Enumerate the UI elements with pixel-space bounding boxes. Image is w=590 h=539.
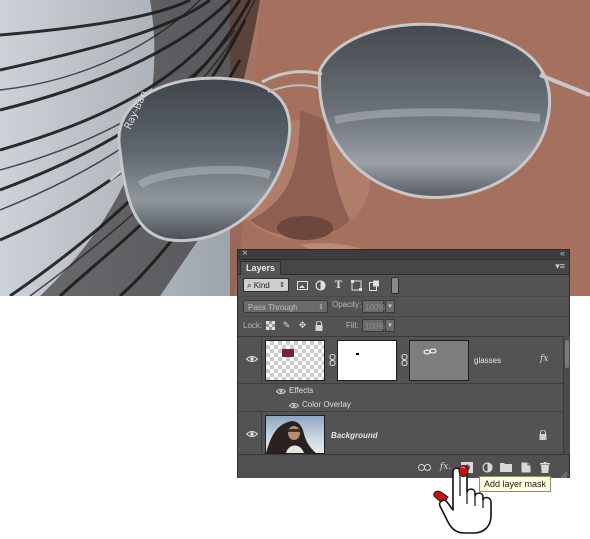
layers-list: glasses fx Effects Color Overlay Backgro… bbox=[238, 336, 563, 455]
layer-thumbnail[interactable] bbox=[265, 340, 325, 381]
effects-row[interactable]: Effects bbox=[238, 384, 563, 398]
link-chain-icon[interactable] bbox=[400, 354, 408, 366]
fill-dropdown-icon[interactable]: ▾ bbox=[385, 319, 395, 332]
layer-row-background[interactable]: Background bbox=[238, 412, 563, 455]
layers-panel: × « Layers ▾≡ ⌕ Kind ⇕ T Pass Through ⇕ bbox=[237, 248, 570, 479]
fill-field[interactable]: 100% bbox=[362, 319, 385, 332]
layer-mask-thumbnail[interactable] bbox=[337, 340, 397, 381]
blend-mode-select[interactable]: Pass Through ⇕ bbox=[243, 300, 328, 313]
layer-row-glasses[interactable]: glasses fx bbox=[238, 337, 563, 384]
color-overlay-label: Color Overlay bbox=[302, 400, 351, 409]
row-divider bbox=[261, 337, 262, 383]
mask-mark bbox=[356, 353, 359, 355]
close-panel-icon[interactable]: × bbox=[242, 248, 248, 259]
type-filter-icon[interactable]: T bbox=[332, 279, 345, 291]
link-chain-icon[interactable] bbox=[328, 354, 336, 366]
kind-filter-label: Kind bbox=[253, 281, 270, 290]
thumbnail-glasses-shape bbox=[282, 349, 294, 357]
opacity-field[interactable]: 100% bbox=[362, 300, 385, 313]
opacity-label: Opacity: bbox=[332, 300, 362, 309]
lock-row: Lock: ✎ ✥ Fill: 100% ▾ bbox=[238, 316, 569, 335]
color-overlay-eye-icon[interactable] bbox=[289, 401, 299, 409]
color-overlay-row[interactable]: Color Overlay bbox=[238, 398, 563, 412]
shape-filter-icon[interactable] bbox=[350, 279, 363, 291]
layer-name[interactable]: Background bbox=[331, 431, 378, 440]
lock-image-pixels-icon[interactable]: ✎ bbox=[281, 320, 292, 331]
panel-titlebar: × « bbox=[238, 248, 569, 260]
white-area-right bbox=[570, 296, 590, 536]
pointing-hand-cursor-icon bbox=[430, 462, 502, 534]
adjustment-filter-icon[interactable] bbox=[314, 279, 327, 291]
layers-bottom-bar: fx. bbox=[238, 454, 569, 479]
image-filter-icon[interactable] bbox=[296, 279, 309, 291]
row-divider bbox=[261, 412, 262, 455]
vector-mask-thumbnail[interactable] bbox=[409, 340, 469, 381]
scrollbar-thumb[interactable] bbox=[565, 340, 569, 368]
kind-filter-select[interactable]: ⌕ Kind ⇕ bbox=[243, 278, 289, 292]
effects-label: Effects bbox=[289, 386, 314, 395]
resize-grip-icon[interactable] bbox=[560, 470, 568, 479]
effects-eye-icon[interactable] bbox=[276, 387, 286, 395]
select-arrows-icon: ⇕ bbox=[279, 282, 285, 289]
opacity-dropdown-icon[interactable]: ▾ bbox=[385, 300, 395, 313]
delete-layer-icon[interactable] bbox=[538, 461, 551, 473]
fill-label: Fill: bbox=[346, 321, 359, 330]
visibility-eye-icon[interactable] bbox=[246, 430, 258, 438]
filter-row: ⌕ Kind ⇕ T bbox=[238, 276, 569, 296]
filter-toggle-switch[interactable] bbox=[391, 277, 399, 294]
lock-position-icon[interactable]: ✥ bbox=[297, 320, 308, 331]
collapse-panel-icon[interactable]: « bbox=[560, 248, 565, 258]
panel-menu-icon[interactable]: ▾≡ bbox=[555, 261, 565, 272]
blend-row: Pass Through ⇕ Opacity: 100% ▾ bbox=[238, 296, 569, 315]
panel-tabbar: Layers ▾≡ bbox=[238, 260, 569, 275]
blend-mode-value: Pass Through bbox=[248, 303, 298, 312]
lock-all-icon[interactable] bbox=[313, 320, 324, 331]
lock-transparent-pixels-icon[interactable] bbox=[265, 320, 276, 331]
layers-scrollbar[interactable] bbox=[563, 336, 570, 454]
lock-label: Lock: bbox=[243, 321, 263, 330]
smart-object-filter-icon[interactable] bbox=[368, 279, 381, 291]
white-area bbox=[0, 296, 237, 536]
new-layer-icon[interactable] bbox=[519, 461, 532, 473]
layer-lock-icon bbox=[539, 429, 547, 440]
fx-icon[interactable]: fx bbox=[540, 354, 548, 364]
tab-layers[interactable]: Layers bbox=[240, 261, 282, 275]
search-icon: ⌕ bbox=[247, 281, 252, 290]
layer-name[interactable]: glasses bbox=[474, 356, 501, 365]
background-thumbnail[interactable] bbox=[265, 415, 325, 454]
select-arrows-icon: ⇕ bbox=[318, 304, 324, 311]
visibility-eye-icon[interactable] bbox=[246, 355, 258, 363]
